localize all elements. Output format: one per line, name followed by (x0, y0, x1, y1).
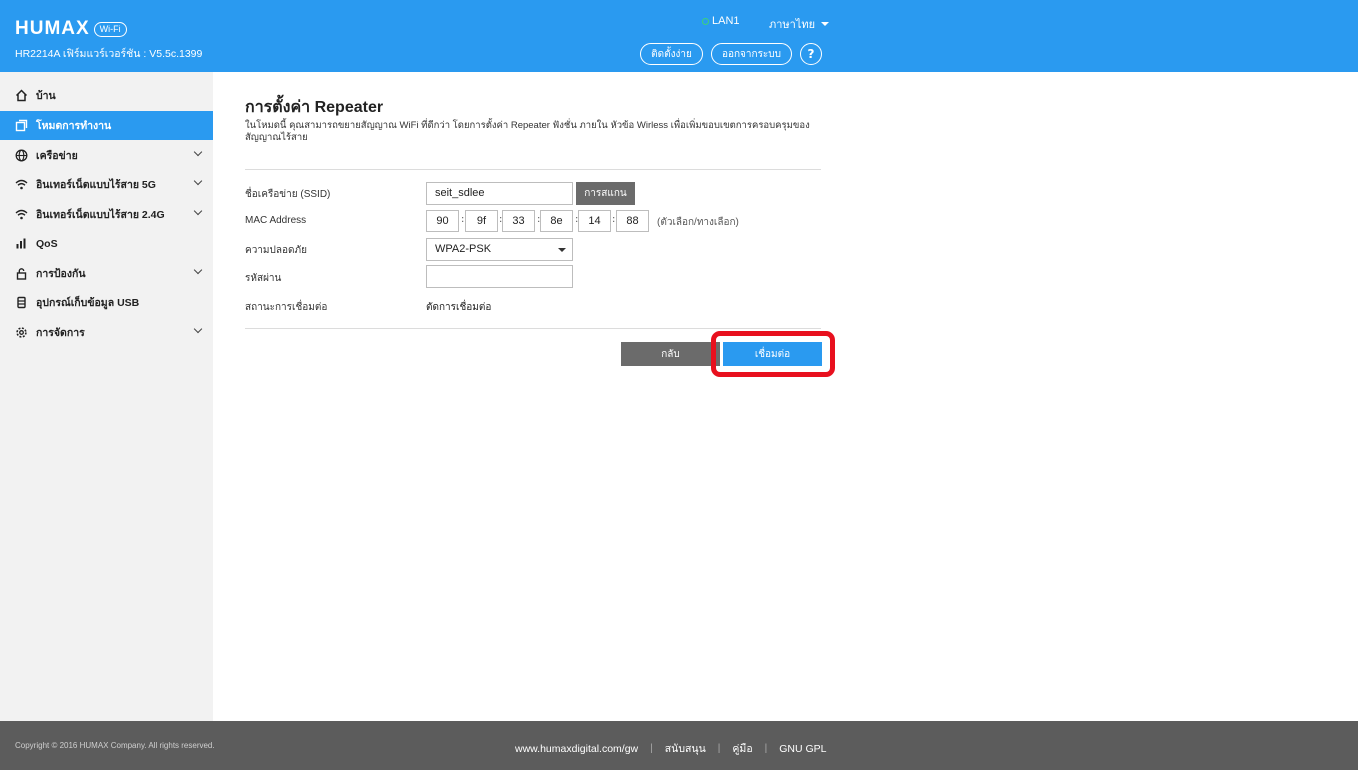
sidebar-item-label: เครือข่าย (36, 150, 78, 162)
firmware-version: HR2214A เฟิร์มแวร์เวอร์ชัน : V5.5c.1399 (15, 48, 203, 60)
globe-icon (14, 149, 28, 163)
connect-button-highlight (711, 331, 835, 377)
sidebar-item-network[interactable]: เครือข่าย (0, 141, 213, 170)
security-select-value: WPA2-PSK (435, 243, 492, 255)
mac-octet-6-input[interactable]: 88 (616, 210, 649, 232)
ssid-input[interactable]: seit_sdlee (426, 182, 573, 205)
back-button[interactable]: กลับ (621, 342, 720, 366)
footer-link-manual[interactable]: คู่มือ (732, 740, 752, 757)
top-header: HUMAX Wi-Fi HR2214A เฟิร์มแวร์เวอร์ชัน :… (0, 0, 1358, 72)
lan-status-dot-icon (702, 17, 709, 25)
copy-icon (14, 119, 28, 133)
logout-button[interactable]: ออกจากระบบ (711, 43, 792, 65)
chevron-down-icon (193, 176, 203, 186)
page-description: ในโหมดนี้ คุณสามารถขยายสัญญาณ WiFi ที่ดี… (245, 120, 810, 143)
connection-status-value: ตัดการเชื่อมต่อ (426, 302, 492, 313)
mac-separator: : (461, 214, 465, 225)
mac-octet-2-input[interactable]: 9f (465, 210, 498, 232)
chevron-down-icon (193, 324, 203, 334)
wifi-icon (14, 208, 28, 222)
caret-down-icon (821, 22, 830, 26)
sidebar-item-label: การจัดการ (36, 327, 85, 339)
sidebar-item-label: อินเทอร์เน็ตแบบไร้สาย 2.4G (36, 209, 165, 221)
mac-octet-3-input[interactable]: 33 (502, 210, 535, 232)
mac-optional-hint: (ตัวเลือก/ทางเลือก) (657, 217, 739, 228)
sidebar-item-wireless-24g[interactable]: อินเทอร์เน็ตแบบไร้สาย 2.4G (0, 200, 213, 229)
sidebar-item-label: อินเทอร์เน็ตแบบไร้สาย 5G (36, 179, 156, 191)
mac-separator: : (612, 214, 616, 225)
sidebar-item-management[interactable]: การจัดการ (0, 318, 213, 347)
mac-octet-1-input[interactable]: 90 (426, 210, 459, 232)
humax-logo: HUMAX Wi-Fi (15, 18, 127, 40)
footer-link-support[interactable]: สนับสนุน (665, 740, 706, 757)
connection-status-label: สถานะการเชื่อมต่อ (245, 302, 328, 313)
wifi-badge: Wi-Fi (93, 21, 127, 37)
language-label: ภาษาไทย (769, 19, 816, 31)
scan-button[interactable]: การสแกน (576, 182, 635, 205)
wifi-icon (14, 178, 28, 192)
security-select[interactable]: WPA2-PSK (426, 238, 573, 261)
help-button[interactable]: ? (800, 43, 822, 65)
usb-storage-icon (14, 296, 28, 310)
sidebar-item-wireless-5g[interactable]: อินเทอร์เน็ตแบบไร้สาย 5G (0, 170, 213, 199)
page-title: การตั้งค่า Repeater (245, 99, 384, 116)
mac-octet-5-input[interactable]: 14 (578, 210, 611, 232)
gear-icon (14, 326, 28, 340)
sidebar-item-label: QoS (36, 237, 58, 250)
security-label: ความปลอดภัย (245, 245, 307, 256)
sidebar-item-security[interactable]: การป้องกัน (0, 259, 213, 288)
footer: Copyright © 2016 HUMAX Company. All righ… (0, 721, 1358, 770)
sidebar-item-label: โหมดการทำงาน (36, 120, 112, 132)
sidebar-item-qos[interactable]: QoS (0, 229, 213, 258)
sidebar-item-label: การป้องกัน (36, 268, 86, 280)
ssid-label: ชื่อเครือข่าย (SSID) (245, 189, 331, 200)
lock-icon (14, 267, 28, 281)
bar-chart-icon (14, 237, 28, 251)
chevron-down-icon (193, 265, 203, 275)
lan-status: LAN1 (702, 15, 740, 27)
lan-status-label: LAN1 (712, 15, 740, 27)
sidebar-item-usb-storage[interactable]: อุปกรณ์เก็บข้อมูล USB (0, 288, 213, 317)
chevron-down-icon (193, 147, 203, 157)
footer-separator: | (650, 743, 653, 754)
mac-octet-4-input[interactable]: 8e (540, 210, 573, 232)
copyright-text: Copyright © 2016 HUMAX Company. All righ… (15, 741, 215, 750)
sidebar-item-home[interactable]: บ้าน (0, 81, 213, 110)
home-icon (14, 89, 28, 103)
footer-link-gnu-gpl[interactable]: GNU GPL (779, 743, 826, 755)
language-select[interactable]: ภาษาไทย (769, 15, 830, 33)
sidebar-item-label: อุปกรณ์เก็บข้อมูล USB (36, 297, 140, 309)
mac-address-label: MAC Address (245, 215, 307, 226)
divider (245, 328, 821, 329)
sidebar-item-label: บ้าน (36, 90, 56, 102)
password-input[interactable] (426, 265, 573, 288)
footer-links: www.humaxdigital.com/gw | สนับสนุน | คู่… (515, 740, 827, 757)
easy-setup-button[interactable]: ติดตั้งง่าย (640, 43, 703, 65)
logo-text: HUMAX (15, 18, 90, 39)
sidebar: บ้าน โหมดการทำงาน เครือข่าย อินเทอร์เน็ต… (0, 72, 213, 721)
footer-link-website[interactable]: www.humaxdigital.com/gw (515, 743, 638, 755)
footer-separator: | (764, 743, 768, 754)
chevron-down-icon (193, 206, 203, 216)
divider (245, 169, 821, 170)
sidebar-item-operation-mode[interactable]: โหมดการทำงาน (0, 111, 213, 140)
footer-separator: | (717, 743, 721, 754)
caret-down-icon (558, 248, 566, 252)
password-label: รหัสผ่าน (245, 273, 282, 284)
